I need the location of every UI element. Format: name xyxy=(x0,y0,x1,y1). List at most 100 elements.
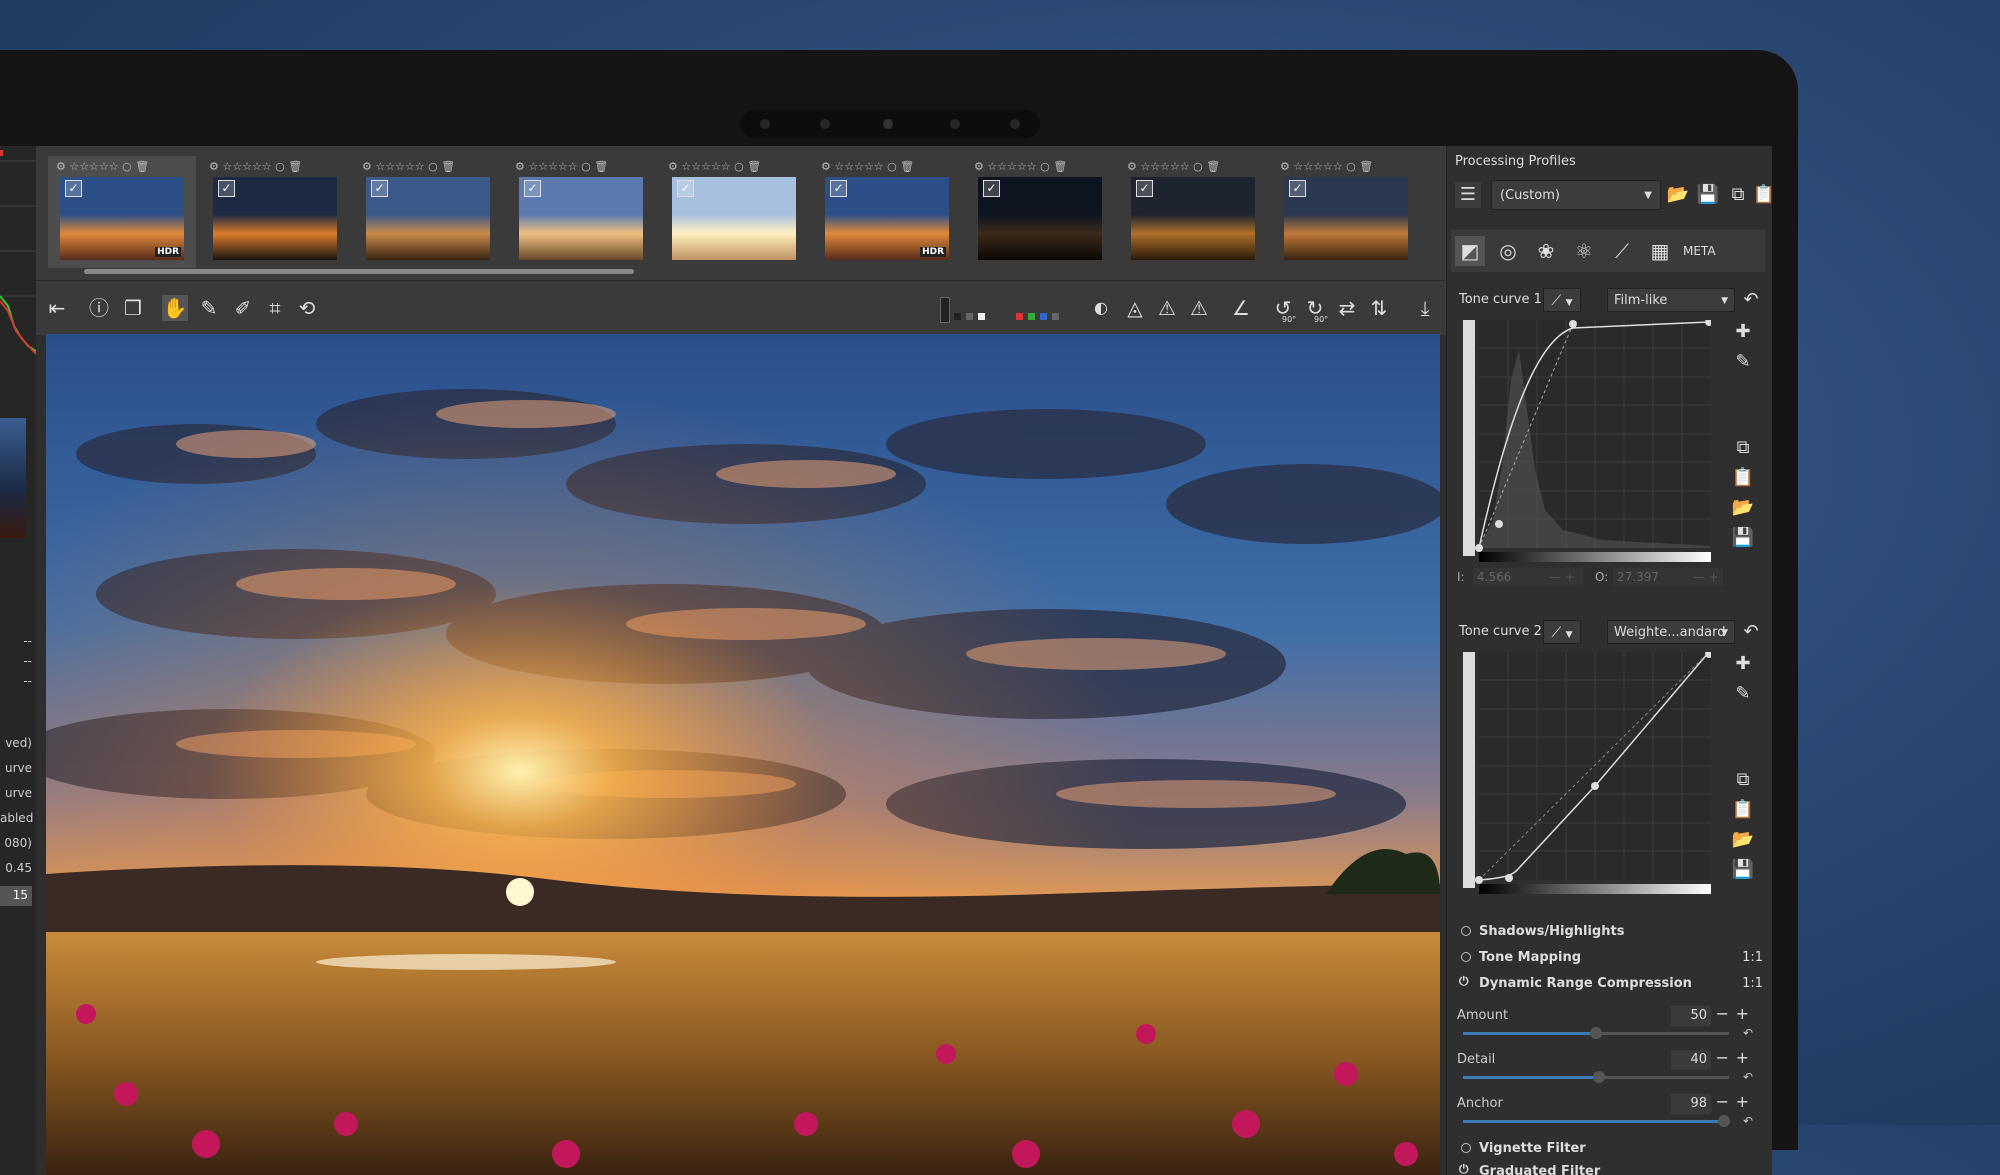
rating-stars[interactable]: ☆☆☆☆☆ xyxy=(222,160,271,173)
luminance-swatch[interactable] xyxy=(1052,313,1059,320)
thumbnail-image[interactable]: ✓ xyxy=(1131,177,1255,260)
rating-stars[interactable]: ☆☆☆☆☆ xyxy=(528,160,577,173)
hide-panel-icon[interactable]: ⇤ xyxy=(44,295,70,321)
slider-track[interactable] xyxy=(1463,1071,1729,1083)
enable-toggle[interactable] xyxy=(1461,952,1471,962)
minus-icon[interactable]: − xyxy=(1716,1004,1729,1023)
pencil-icon[interactable]: ✎ xyxy=(1731,350,1755,374)
filmstrip-thumbnail[interactable]: ⚙ ☆☆☆☆☆ ○ 🗑 ✓ HDR xyxy=(48,156,196,268)
gear-icon[interactable]: ⚙ xyxy=(821,160,834,173)
rating-stars[interactable]: ☆☆☆☆☆ xyxy=(681,160,730,173)
crop-icon[interactable]: ⌗ xyxy=(262,295,288,321)
raw-tab-icon[interactable]: ▦ xyxy=(1645,236,1675,266)
color-label-icon[interactable]: ○ xyxy=(578,160,595,173)
rating-stars[interactable]: ☆☆☆☆☆ xyxy=(375,160,424,173)
history-item[interactable]: 080) xyxy=(0,836,32,850)
trash-icon[interactable]: 🗑 xyxy=(594,160,608,173)
checkmark-icon[interactable]: ✓ xyxy=(371,180,388,197)
detail-tab-icon[interactable]: ◎ xyxy=(1493,236,1523,266)
rating-stars[interactable]: ☆☆☆☆☆ xyxy=(987,160,1036,173)
color-label-icon[interactable]: ○ xyxy=(425,160,442,173)
slider-knob[interactable] xyxy=(1717,1115,1730,1127)
gear-icon[interactable]: ⚙ xyxy=(515,160,528,173)
trash-icon[interactable]: 🗑 xyxy=(441,160,455,173)
checkmark-icon[interactable]: ✓ xyxy=(524,180,541,197)
info-icon[interactable]: ⓘ xyxy=(86,295,112,321)
rating-stars[interactable]: ☆☆☆☆☆ xyxy=(69,160,118,173)
input-value-field[interactable]: 4.566 — + xyxy=(1473,568,1583,586)
trash-icon[interactable]: 🗑 xyxy=(288,160,302,173)
history-item-selected[interactable]: 15 xyxy=(0,886,32,906)
minus-icon[interactable]: − xyxy=(1716,1092,1729,1111)
plus-icon[interactable]: + xyxy=(1736,1048,1749,1067)
edit-node-icon[interactable]: ✚ xyxy=(1731,652,1755,676)
curve-type-button[interactable]: ⟋ ▼ xyxy=(1543,288,1581,312)
flip-vertical-icon[interactable]: ⇅ xyxy=(1366,295,1392,321)
minus-icon[interactable]: − xyxy=(1716,1048,1729,1067)
edit-node-icon[interactable]: ✚ xyxy=(1731,320,1755,344)
color-label-icon[interactable]: ○ xyxy=(1037,160,1054,173)
advanced-tab-icon[interactable]: ⚛ xyxy=(1569,236,1599,266)
checkmark-icon[interactable]: ✓ xyxy=(1289,180,1306,197)
copy-curve-icon[interactable]: ⧉ xyxy=(1731,768,1755,792)
slider-knob[interactable] xyxy=(1592,1071,1605,1083)
copy-profile-icon[interactable]: ⧉ xyxy=(1725,182,1751,208)
export-icon[interactable]: ⤓ xyxy=(1412,295,1438,321)
hand-tool-icon[interactable]: ✋ xyxy=(162,295,188,321)
filmstrip-thumbnail[interactable]: ⚙ ☆☆☆☆☆ ○ 🗑 ✓ xyxy=(354,156,502,268)
filmstrip-thumbnail[interactable]: ⚙ ☆☆☆☆☆ ○ 🗑 ✓ HDR xyxy=(813,156,961,268)
power-icon[interactable]: ⏻ xyxy=(1459,974,1469,989)
gear-icon[interactable]: ⚙ xyxy=(668,160,681,173)
filmstrip-thumbnail[interactable]: ⚙ ☆☆☆☆☆ ○ 🗑 ✓ xyxy=(660,156,808,268)
trash-icon[interactable]: 🗑 xyxy=(1206,160,1220,173)
blue-channel-swatch[interactable] xyxy=(1040,313,1047,320)
checkmark-icon[interactable]: ✓ xyxy=(1136,180,1153,197)
color-label-icon[interactable]: ○ xyxy=(1190,160,1207,173)
reset-icon[interactable]: ↶ xyxy=(1743,1114,1753,1128)
save-profile-icon[interactable]: 💾 xyxy=(1695,182,1721,208)
profile-list-icon[interactable]: ☰ xyxy=(1455,182,1481,208)
bg-white-swatch[interactable] xyxy=(978,313,985,320)
tone-curve-2-mode-select[interactable]: Weighte...andard ▼ xyxy=(1607,620,1735,644)
rating-stars[interactable]: ☆☆☆☆☆ xyxy=(1140,160,1189,173)
plus-icon[interactable]: + xyxy=(1736,1092,1749,1111)
rating-stars[interactable]: ☆☆☆☆☆ xyxy=(834,160,883,173)
thumbnail-image[interactable]: ✓ xyxy=(672,177,796,260)
straighten-icon[interactable]: ⟲ xyxy=(294,295,320,321)
reset-icon[interactable]: ↶ xyxy=(1743,1070,1753,1084)
focus-mask-icon[interactable]: ◐ xyxy=(1088,295,1114,321)
green-channel-swatch[interactable] xyxy=(1028,313,1035,320)
enable-toggle[interactable] xyxy=(1461,926,1471,936)
pencil-icon[interactable]: ✎ xyxy=(1731,682,1755,706)
gear-icon[interactable]: ⚙ xyxy=(56,160,69,173)
reset-icon[interactable]: ↶ xyxy=(1743,1026,1753,1040)
slider-knob[interactable] xyxy=(1590,1027,1602,1039)
curve-type-button[interactable]: ⟋ ▼ xyxy=(1543,620,1581,644)
thumbnail-image[interactable]: ✓ HDR xyxy=(60,177,184,260)
thumbnail-image[interactable]: ✓ xyxy=(366,177,490,260)
trash-icon[interactable]: 🗑 xyxy=(135,160,149,173)
history-item[interactable]: 0.45 xyxy=(0,861,32,875)
shadow-clip-icon[interactable]: ◬ xyxy=(1122,295,1148,321)
checkmark-icon[interactable]: ✓ xyxy=(983,180,1000,197)
filmstrip-thumbnail[interactable]: ⚙ ☆☆☆☆☆ ○ 🗑 ✓ xyxy=(507,156,655,268)
slider-value[interactable]: 98 xyxy=(1671,1094,1711,1114)
checkmark-icon[interactable]: ✓ xyxy=(677,180,694,197)
load-curve-icon[interactable]: 📂 xyxy=(1731,496,1755,520)
slider-track[interactable] xyxy=(1463,1027,1729,1039)
thumbnail-image[interactable]: ✓ xyxy=(978,177,1102,260)
thumbnail-image[interactable]: ✓ xyxy=(1284,177,1408,260)
filmstrip-thumbnail[interactable]: ⚙ ☆☆☆☆☆ ○ 🗑 ✓ xyxy=(1119,156,1267,268)
trash-icon[interactable]: 🗑 xyxy=(900,160,914,173)
history-item[interactable]: urve xyxy=(0,761,32,775)
load-curve-icon[interactable]: 📂 xyxy=(1731,828,1755,852)
history-item[interactable]: abled xyxy=(0,811,33,825)
perspective-icon[interactable]: ∠ xyxy=(1228,295,1254,321)
rating-stars[interactable]: ☆☆☆☆☆ xyxy=(1293,160,1342,173)
gear-icon[interactable]: ⚙ xyxy=(1280,160,1293,173)
save-curve-icon[interactable]: 💾 xyxy=(1731,858,1755,882)
slider-value[interactable]: 40 xyxy=(1671,1050,1711,1070)
tone-curve-1-mode-select[interactable]: Film-like ▼ xyxy=(1607,288,1735,312)
profile-select[interactable]: (Custom) ▼ xyxy=(1491,180,1661,210)
color-tab-icon[interactable]: ❀ xyxy=(1531,236,1561,266)
